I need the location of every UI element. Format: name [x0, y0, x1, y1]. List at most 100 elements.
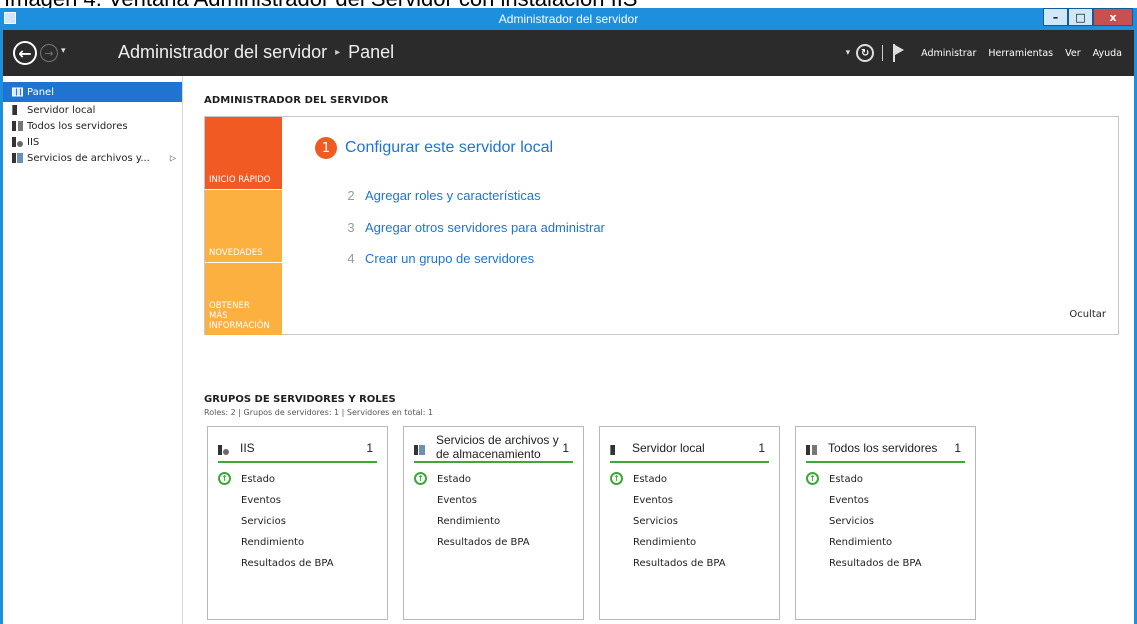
server-group-card-all-servers[interactable]: Todos los servidores 1 ↑ Estado Eventos S…	[795, 426, 976, 620]
card-row-bpa[interactable]: Resultados de BPA	[610, 553, 769, 574]
hide-link[interactable]: Ocultar	[1069, 309, 1106, 320]
row-label: Eventos	[633, 495, 673, 506]
sidebar-item-label: Servidor local	[27, 104, 96, 116]
card-title: Servidor local	[632, 441, 705, 455]
sidebar: Panel Servidor local Todos los servidore…	[3, 76, 183, 624]
history-dropdown-icon[interactable]: ▾	[61, 46, 66, 56]
card-count: 1	[954, 441, 961, 455]
status-ok-icon: ↑	[806, 472, 819, 485]
card-row-services[interactable]: Servicios	[806, 511, 965, 532]
card-header[interactable]: Todos los servidores 1	[806, 435, 965, 463]
configure-local-server-link[interactable]: 1 Configurar este servidor local	[315, 137, 553, 159]
servers-icon	[806, 445, 817, 455]
menu-ver[interactable]: Ver	[1065, 48, 1081, 59]
card-row-events[interactable]: Eventos	[610, 490, 769, 511]
add-servers-link[interactable]: 3 Agregar otros servidores para administ…	[345, 220, 605, 235]
card-header[interactable]: Servidor local 1	[610, 435, 769, 463]
card-header[interactable]: IIS 1	[218, 435, 377, 463]
server-icon	[610, 445, 615, 455]
row-label: Servicios	[829, 516, 874, 527]
sidebar-item-panel[interactable]: Panel	[3, 82, 182, 102]
breadcrumb-current: Panel	[348, 42, 395, 62]
row-label: Estado	[241, 474, 276, 485]
status-ok-icon: ↑	[610, 472, 623, 485]
notifications-flag-icon[interactable]	[893, 44, 905, 62]
row-label: Estado	[829, 474, 864, 485]
menu-administrar[interactable]: Administrar	[921, 48, 976, 59]
step-label: Agregar otros servidores para administra…	[365, 220, 605, 235]
breadcrumb-separator-icon: ▸	[335, 47, 341, 58]
card-row-events[interactable]: Eventos	[414, 490, 573, 511]
maximize-button[interactable]: □	[1068, 8, 1093, 26]
sidebar-item-file-services[interactable]: Servicios de archivos y... ▷	[3, 150, 182, 166]
row-label: Estado	[633, 474, 668, 485]
dropdown-icon[interactable]: ▾	[846, 48, 851, 58]
divider	[882, 45, 884, 61]
card-row-status[interactable]: ↑ Estado	[806, 469, 965, 490]
tile-label: NOVEDADES	[209, 248, 263, 258]
row-label: Resultados de BPA	[829, 558, 922, 569]
row-label: Eventos	[437, 495, 477, 506]
create-server-group-link[interactable]: 4 Crear un grupo de servidores	[345, 251, 534, 266]
card-row-performance[interactable]: Rendimiento	[806, 532, 965, 553]
row-label: Estado	[437, 474, 472, 485]
row-label: Resultados de BPA	[633, 558, 726, 569]
sidebar-item-label: Panel	[27, 86, 54, 98]
close-button[interactable]: x	[1093, 8, 1133, 26]
expand-arrow-icon[interactable]: ▷	[170, 154, 176, 163]
card-rows: ↑ Estado Eventos Servicios Rendimiento Re…	[610, 469, 769, 574]
minimize-button[interactable]: –	[1043, 8, 1068, 26]
groups-title: GRUPOS DE SERVIDORES Y ROLES	[204, 394, 396, 405]
tab-quick-start[interactable]: INICIO RÁPIDO	[205, 117, 282, 189]
row-label: Rendimiento	[437, 516, 501, 527]
breadcrumb-root[interactable]: Administrador del servidor	[118, 42, 327, 63]
server-group-card-file-services[interactable]: Servicios de archivos y de almacenamient…	[403, 426, 584, 620]
row-label: Servicios	[241, 516, 286, 527]
card-row-bpa[interactable]: Resultados de BPA	[414, 532, 573, 553]
card-row-status[interactable]: ↑ Estado	[610, 469, 769, 490]
card-row-performance[interactable]: Rendimiento	[610, 532, 769, 553]
card-row-performance[interactable]: Rendimiento	[414, 511, 573, 532]
refresh-icon[interactable]: ↻	[856, 44, 875, 62]
server-icon	[12, 105, 17, 115]
menu-ayuda[interactable]: Ayuda	[1093, 48, 1122, 59]
card-row-services[interactable]: Servicios	[218, 511, 377, 532]
row-label: Resultados de BPA	[437, 537, 530, 548]
servers-icon	[12, 121, 23, 131]
card-row-events[interactable]: Eventos	[806, 490, 965, 511]
card-row-status[interactable]: ↑ Estado	[414, 469, 573, 490]
add-roles-link[interactable]: 2 Agregar roles y características	[345, 188, 540, 203]
tab-whats-new[interactable]: NOVEDADES	[205, 190, 282, 262]
step-number: 3	[347, 220, 355, 235]
card-row-events[interactable]: Eventos	[218, 490, 377, 511]
step-label: Configurar este servidor local	[345, 139, 554, 156]
sidebar-item-label: IIS	[27, 136, 40, 148]
card-rows: ↑ Estado Eventos Rendimiento Resultados d…	[414, 469, 573, 553]
forward-arrow-icon[interactable]: →	[40, 44, 58, 62]
card-rows: ↑ Estado Eventos Servicios Rendimiento Re…	[218, 469, 377, 574]
page-title: ADMINISTRADOR DEL SERVIDOR	[204, 95, 389, 106]
tile-label: INICIO RÁPIDO	[209, 175, 271, 185]
card-row-status[interactable]: ↑ Estado	[218, 469, 377, 490]
sidebar-item-iis[interactable]: IIS	[3, 134, 182, 150]
server-group-card-iis[interactable]: IIS 1 ↑ Estado Eventos Servicios Rendimie…	[207, 426, 388, 620]
card-row-services[interactable]: Servicios	[610, 511, 769, 532]
server-group-card-local-server[interactable]: Servidor local 1 ↑ Estado Eventos Servici…	[599, 426, 780, 620]
card-row-performance[interactable]: Rendimiento	[218, 532, 377, 553]
card-title: Servicios de archivos y de almacenamient…	[436, 433, 559, 461]
card-row-bpa[interactable]: Resultados de BPA	[806, 553, 965, 574]
back-arrow-icon[interactable]: ←	[13, 41, 37, 65]
sidebar-item-local-server[interactable]: Servidor local	[3, 102, 182, 118]
client-area: ← → ▾ Administrador del servidor ▸ Panel…	[3, 30, 1134, 624]
main-content: ADMINISTRADOR DEL SERVIDOR INICIO RÁPIDO…	[184, 76, 1134, 624]
card-row-bpa[interactable]: Resultados de BPA	[218, 553, 377, 574]
menu-herramientas[interactable]: Herramientas	[988, 48, 1053, 59]
step-number: 1	[315, 137, 337, 159]
row-label: Resultados de BPA	[241, 558, 334, 569]
sidebar-item-all-servers[interactable]: Todos los servidores	[3, 118, 182, 134]
title-bar[interactable]: Administrador del servidor – □ x	[0, 8, 1137, 30]
card-header[interactable]: Servicios de archivos y de almacenamient…	[414, 433, 573, 463]
card-title: Todos los servidores	[828, 441, 938, 455]
iis-icon	[218, 445, 229, 455]
tab-learn-more[interactable]: OBTENER MÁS INFORMACIÓN	[205, 263, 282, 335]
